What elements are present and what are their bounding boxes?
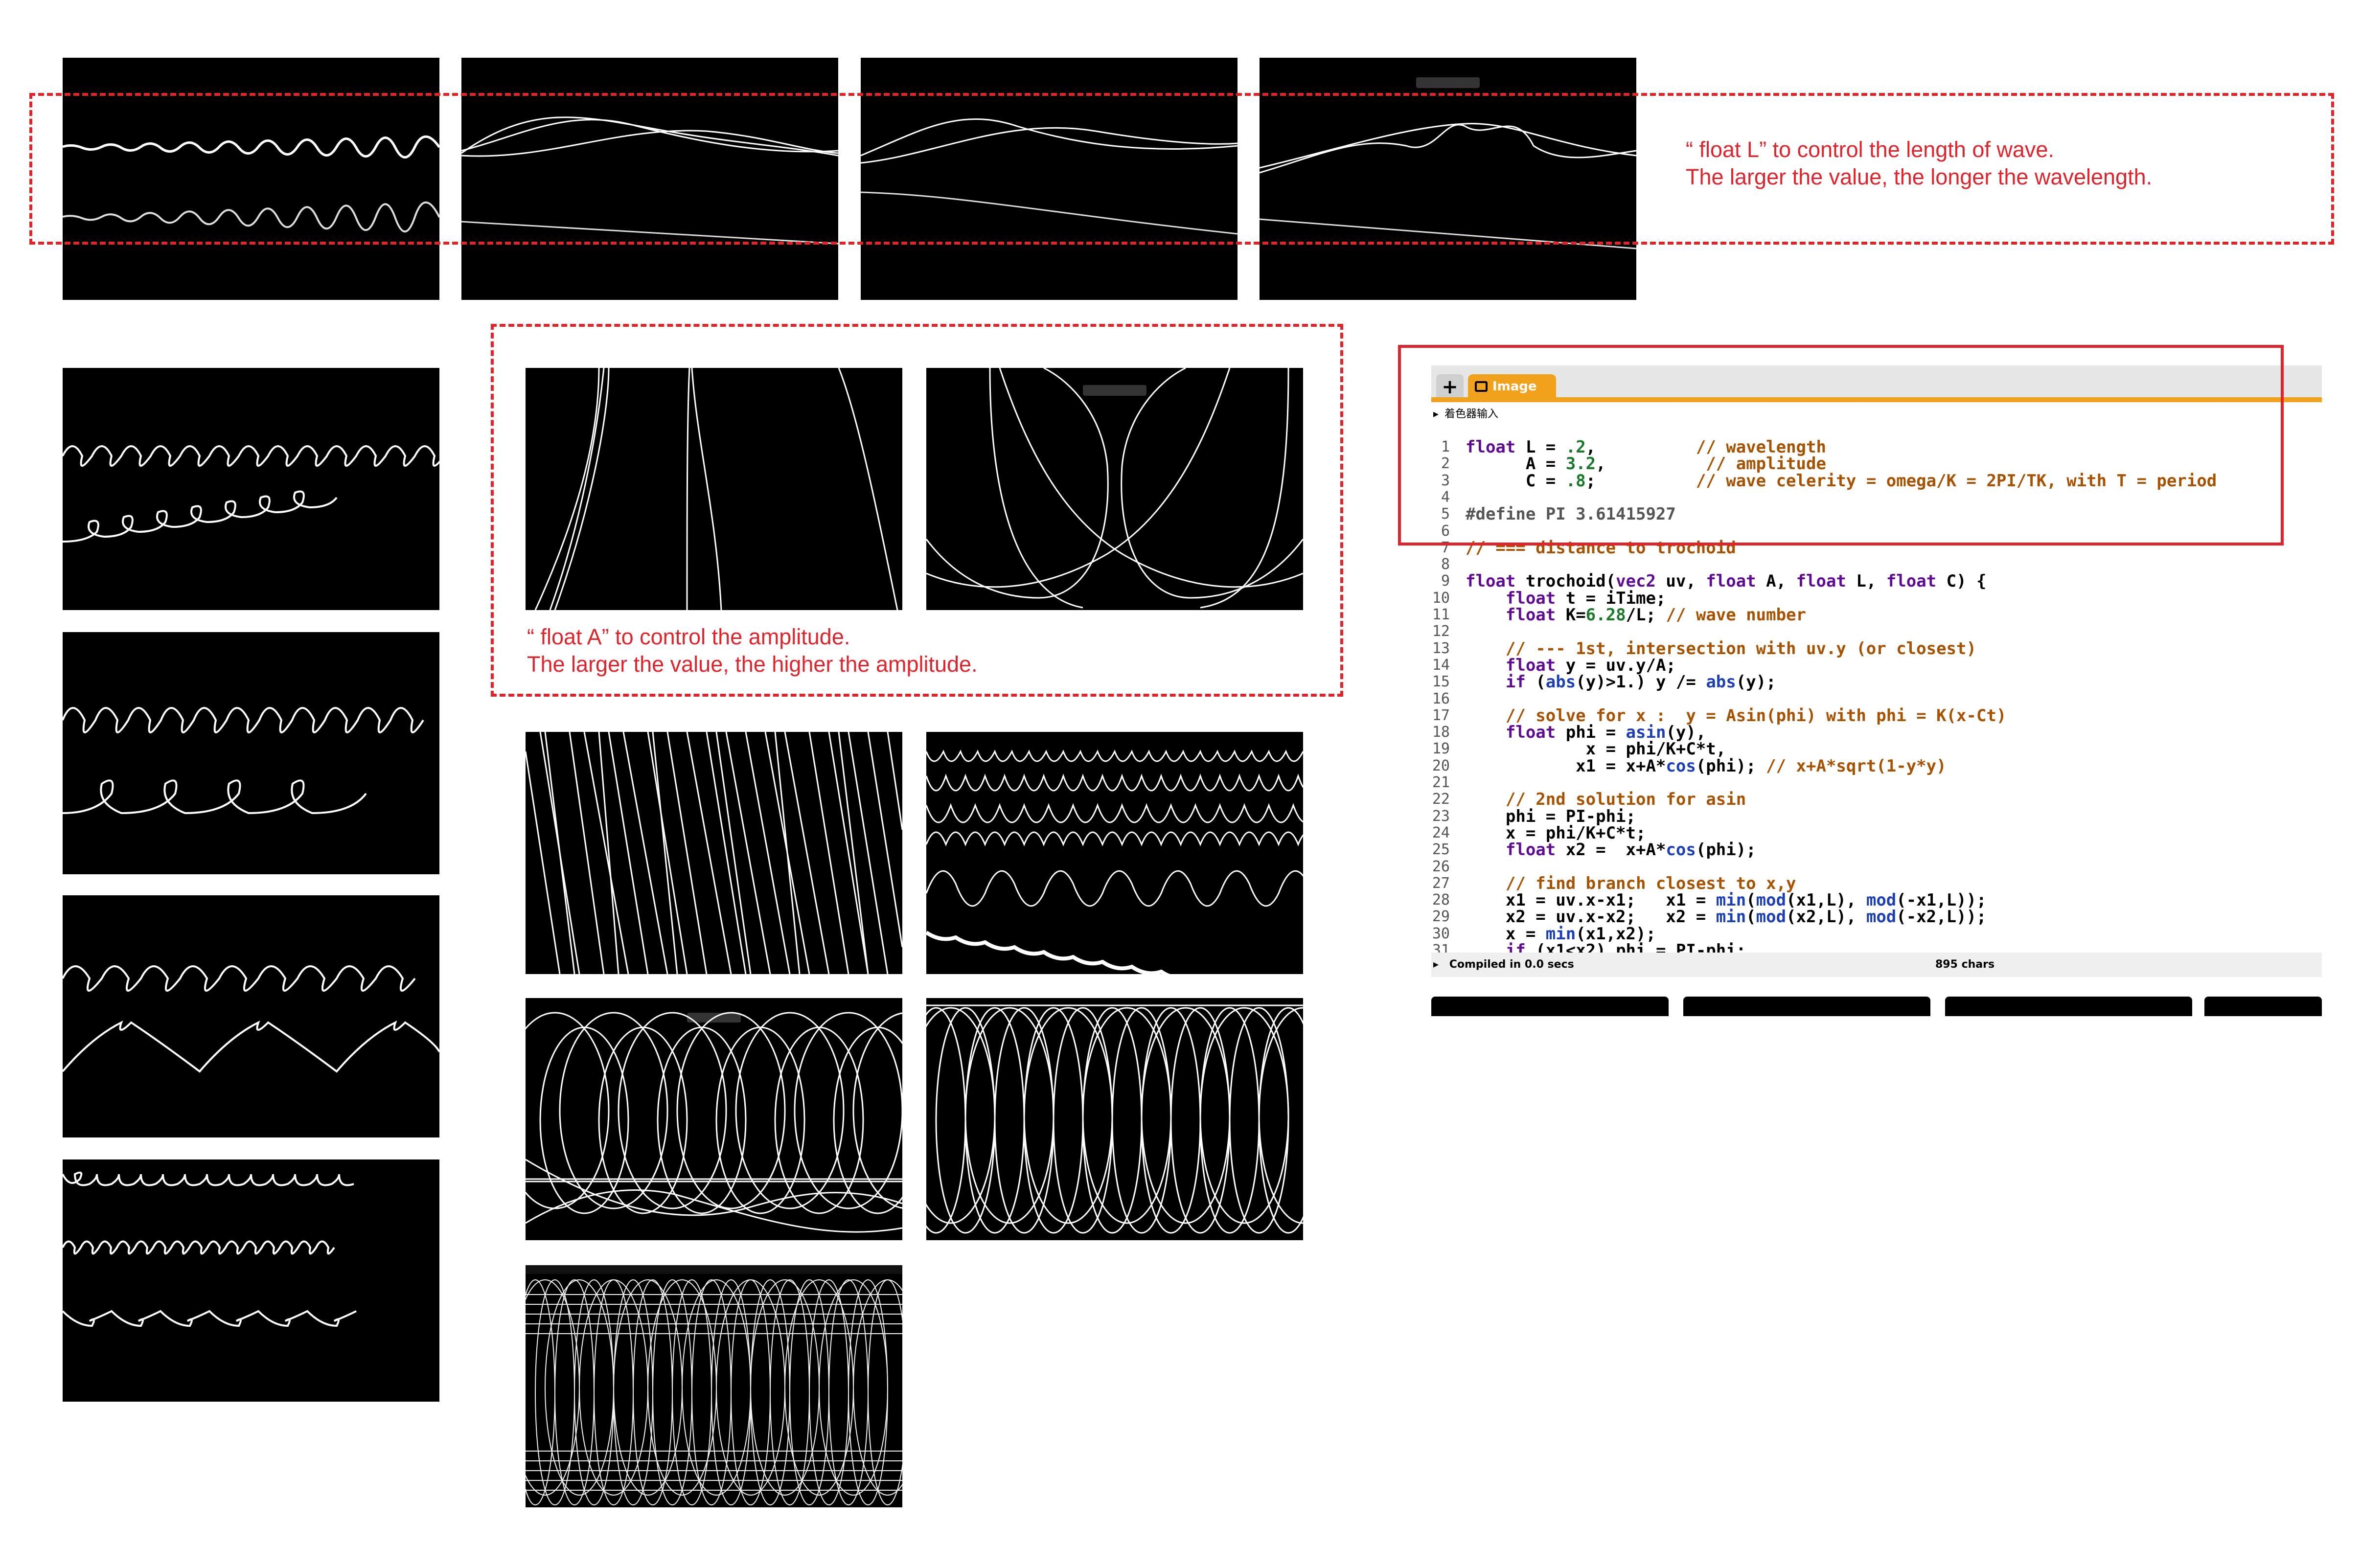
code-line[interactable]: // 2nd solution for asin [1466,791,1746,808]
amplitude-preview-1 [526,368,902,610]
amplitude-note: “ float A” to control the amplitude. The… [527,623,978,678]
line-number: 26 [1432,858,1450,875]
wave-render [526,1012,902,1233]
line-number: 14 [1432,656,1450,674]
wave-render [526,732,902,974]
trochoid-preview-left-2 [63,632,439,874]
code-highlight-box [1398,345,2284,545]
combined-preview-3 [526,998,902,1240]
combined-preview-1 [526,732,902,974]
trochoid-preview-left-3 [63,895,439,1137]
wave-render [926,750,1303,974]
wave-render [926,368,1303,609]
code-line[interactable]: float y = uv.y/A; [1466,657,1676,674]
code-line[interactable]: x = phi/K+C*t, [1466,741,1726,758]
combined-preview-5 [526,1265,902,1507]
wave-render [63,707,424,815]
wave-render [63,445,439,543]
wave-render [63,965,439,1073]
code-line[interactable]: float K=6.28/L; // wave number [1466,607,1806,624]
line-number: 12 [1432,623,1450,640]
code-line[interactable]: float t = iTime; [1466,590,1666,607]
code-line[interactable]: // find branch closest to x,y [1466,875,1796,892]
line-number: 13 [1432,639,1450,657]
trochoid-preview-left-4 [63,1159,439,1402]
amplitude-note-line2: The larger the value, the higher the amp… [527,652,978,677]
line-number: 29 [1432,908,1450,926]
code-line[interactable]: if (abs(y)>1.) y /= abs(y); [1466,674,1776,691]
amplitude-preview-2 [926,368,1303,610]
wave-render [926,1004,1303,1234]
line-number: 16 [1432,690,1450,707]
status-bar: ▸ Compiled in 0.0 secs 895 chars [1431,953,2322,977]
char-count: 895 chars [1935,958,1995,971]
line-number: 15 [1432,673,1450,691]
line-number: 9 [1441,572,1450,590]
line-number: 30 [1432,925,1450,942]
code-line[interactable]: x1 = uv.x-x1; x1 = min(mod(x1,L), mod(-x… [1466,892,1987,909]
line-number: 18 [1432,724,1450,741]
code-line[interactable]: float trochoid(vec2 uv, float A, float L… [1466,573,1987,590]
line-number: 27 [1432,874,1450,892]
compile-status: Compiled in 0.0 secs [1449,958,1574,971]
line-number: 8 [1441,556,1450,573]
amplitude-note-line1: “ float A” to control the amplitude. [527,624,850,649]
code-line[interactable]: float phi = asin(y), [1466,724,1706,741]
bottom-tab-strip [1431,997,2322,1016]
wavelength-note-line2: The larger the value, the longer the wav… [1686,164,2153,189]
line-number: 28 [1432,891,1450,909]
line-number: 22 [1432,791,1450,808]
line-number: 10 [1432,589,1450,607]
code-line[interactable]: x = min(x1,x2); [1466,925,1656,942]
wavelength-note-line1: “ float L” to control the length of wave… [1686,137,2054,162]
wave-render [526,1265,902,1505]
combined-preview-2 [926,732,1303,974]
line-number: 23 [1432,807,1450,825]
wave-render [534,368,898,610]
code-line[interactable]: float x2 = x+A*cos(phi); [1466,841,1756,859]
wavelength-note: “ float L” to control the length of wave… [1686,136,2152,191]
code-line[interactable]: x1 = x+A*cos(phi); // x+A*sqrt(1-y*y) [1466,757,1946,774]
trochoid-preview-left-1 [63,368,439,610]
wave-render [63,1171,357,1327]
code-line[interactable]: phi = PI-phi; [1466,808,1636,825]
line-number: 19 [1432,740,1450,758]
line-number: 21 [1432,774,1450,791]
line-number: 25 [1432,841,1450,859]
caret-right-icon: ▸ [1433,958,1439,971]
code-line[interactable]: x2 = uv.x-x2; x2 = min(mod(x2,L), mod(-x… [1466,909,1987,926]
code-line[interactable]: // solve for x : y = Asin(phi) with phi … [1466,707,2007,724]
combined-preview-4 [926,998,1303,1240]
line-number: 17 [1432,706,1450,724]
code-line[interactable]: x = phi/K+C*t; [1466,825,1646,842]
code-line[interactable]: // --- 1st, intersection with uv.y (or c… [1466,640,1976,657]
line-number: 20 [1432,757,1450,774]
line-number: 11 [1432,606,1450,623]
line-number: 24 [1432,824,1450,841]
